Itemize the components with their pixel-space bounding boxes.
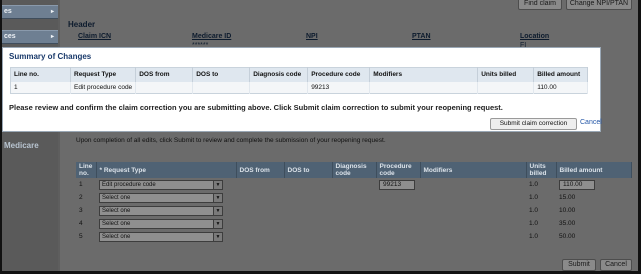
header-col-ptan: PTAN (412, 33, 431, 40)
summary-of-changes-dialog: Summary of Changes Line no. Request Type… (2, 47, 602, 132)
col-dos-to: DOS to (192, 67, 251, 82)
col-modifiers: Modifiers (369, 67, 479, 82)
table-row: 5 Select one ▼ 1.0 50.00 (76, 230, 632, 243)
table-row: 4 Select one ▼ 1.0 35.00 (76, 217, 632, 230)
completion-instructions: Upon completion of all edits, click Subm… (76, 137, 386, 144)
submit-button[interactable]: Submit (562, 259, 596, 271)
procedure-code-input[interactable]: 99213 (379, 179, 415, 190)
summary-table: Line no. Request Type DOS from DOS to Di… (10, 67, 588, 94)
sidebar-tab-2[interactable]: ces ▸ (2, 30, 58, 44)
chevron-down-icon: ▼ (213, 206, 222, 215)
line-no-cell: 1 (10, 81, 71, 94)
col-units-billed: Units billed (477, 67, 535, 82)
sidebar-medicare-label: Medicare (4, 141, 39, 150)
line-no-cell: 1 (79, 181, 83, 188)
amount-cell: 15.00 (559, 194, 576, 201)
units-cell: 1.0 (529, 181, 539, 188)
billed-amount-input[interactable]: 110.00 (559, 179, 595, 190)
chevron-down-icon: ▼ (213, 193, 222, 202)
header-col-npi: NPI (306, 33, 318, 40)
select-value: Select one (102, 207, 131, 214)
col-request-type: * Request Type (96, 162, 237, 178)
units-cell: 1.0 (529, 194, 539, 201)
col-diagnosis-code: Diagnosis code (249, 67, 309, 82)
request-type-cell: Edit procedure code (70, 81, 137, 94)
change-npi-ptan-button[interactable]: Change NPI/PTAN (566, 0, 632, 10)
background-page: es ▸ ces ▸ ▸ Medicare Find claim Change … (0, 0, 641, 274)
units-cell: 1.0 (529, 220, 539, 227)
diagnosis-code-cell (249, 81, 309, 94)
sidebar-tab-1[interactable]: es ▸ (2, 5, 58, 19)
table-row: 2 Select one ▼ 1.0 15.00 (76, 191, 632, 204)
find-claim-button[interactable]: Find claim (518, 0, 562, 10)
edit-claim-table: Line no. * Request Type DOS from DOS to … (76, 162, 632, 243)
confirm-instructions: Please review and confirm the claim corr… (9, 103, 503, 112)
col-billed-amount: Billed amount (556, 162, 632, 178)
col-units-billed: Units billed (526, 162, 557, 178)
procedure-code-cell: 99213 (307, 81, 371, 94)
header-col-claim-icn: Claim ICN (78, 33, 112, 40)
main-content: Find claim Change NPI/PTAN Header Claim … (60, 0, 638, 274)
cancel-button[interactable]: Cancel (600, 259, 632, 271)
sidebar-tab-label: ces (4, 33, 16, 40)
col-line-no: Line no. (76, 162, 97, 178)
billed-amount-cell: 110.00 (533, 81, 588, 94)
table-row: 3 Select one ▼ 1.0 10.00 (76, 204, 632, 217)
request-type-select[interactable]: Select one ▼ (99, 192, 223, 203)
select-value: Select one (102, 194, 131, 201)
dialog-cancel-link[interactable]: Cancel (580, 119, 602, 126)
col-procedure-code: Procedure code (376, 162, 421, 178)
request-type-select[interactable]: Edit procedure code ▼ (99, 179, 223, 190)
col-dos-to: DOS to (284, 162, 333, 178)
amount-cell: 50.00 (559, 233, 576, 240)
dos-to-cell (192, 81, 251, 94)
col-billed-amount: Billed amount (533, 67, 588, 82)
chevron-down-icon: ▼ (213, 219, 222, 228)
line-no-cell: 3 (79, 207, 83, 214)
chevron-down-icon: ▼ (213, 232, 222, 241)
sidebar: es ▸ ces ▸ ▸ Medicare (2, 0, 58, 274)
chevron-right-icon: ▸ (50, 34, 54, 40)
select-value: Edit procedure code (102, 181, 156, 188)
col-dos-from: DOS from (236, 162, 285, 178)
request-type-select[interactable]: Select one ▼ (99, 231, 223, 242)
units-cell: 1.0 (529, 233, 539, 240)
col-modifiers: Modifiers (420, 162, 527, 178)
window-border-left (0, 0, 2, 274)
units-billed-cell (477, 81, 535, 94)
submit-claim-correction-button[interactable]: Submit claim correction (490, 118, 577, 130)
chevron-down-icon: ▼ (213, 180, 222, 189)
request-type-select[interactable]: Select one ▼ (99, 218, 223, 229)
header-col-location: Location (520, 33, 550, 40)
amount-cell: 10.00 (559, 207, 576, 214)
table-row: 1 Edit procedure code ▼ 99213 1.0 110.00 (76, 178, 632, 191)
col-procedure-code: Procedure code (307, 67, 371, 82)
dialog-title: Summary of Changes (9, 52, 92, 61)
col-diagnosis-code: Diagnosis code (332, 162, 377, 178)
col-dos-from: DOS from (135, 67, 194, 82)
modifiers-cell (369, 81, 479, 94)
select-value: Select one (102, 233, 131, 240)
col-line-no: Line no. (10, 67, 71, 82)
col-request-type: Request Type (70, 67, 137, 82)
sidebar-tab-label: es (4, 8, 12, 15)
units-cell: 1.0 (529, 207, 539, 214)
amount-cell: 35.00 (559, 220, 576, 227)
header-title: Header (68, 20, 96, 29)
line-no-cell: 2 (79, 194, 83, 201)
select-value: Select one (102, 220, 131, 227)
header-col-medicare-id: Medicare ID (192, 33, 232, 40)
chevron-right-icon: ▸ (50, 9, 54, 15)
request-type-select[interactable]: Select one ▼ (99, 205, 223, 216)
line-no-cell: 4 (79, 220, 83, 227)
table-row: 1 Edit procedure code 99213 110.00 (10, 81, 588, 94)
dos-from-cell (135, 81, 194, 94)
line-no-cell: 5 (79, 233, 83, 240)
